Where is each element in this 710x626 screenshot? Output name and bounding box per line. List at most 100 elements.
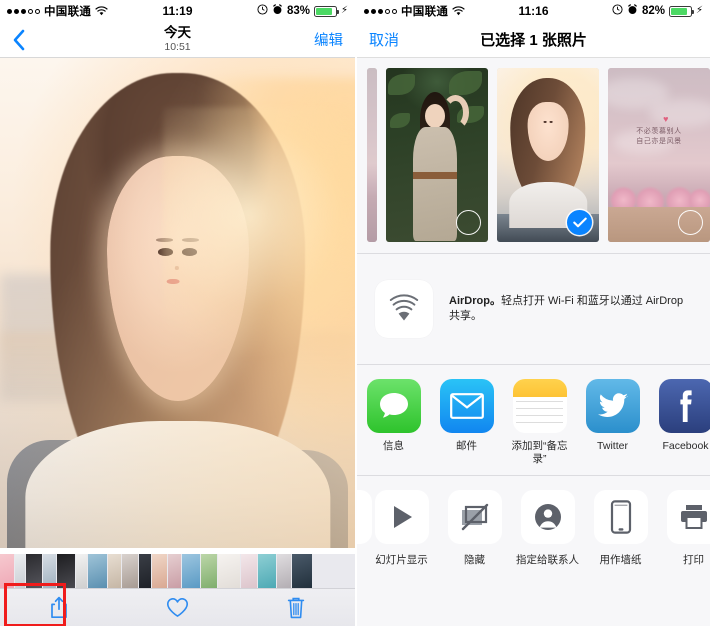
twitter-icon [585, 379, 640, 433]
airdrop-icon [375, 280, 433, 338]
left-bottom-toolbar [0, 583, 355, 626]
heart-overlay-icon: ♥ [663, 114, 669, 125]
main-photo-viewer[interactable] [0, 58, 355, 548]
action-label: 打印 [683, 554, 704, 566]
carrier-label: 中国联通 [401, 6, 449, 18]
action-label: 指定给联系人 [516, 554, 579, 566]
filmstrip-thumbnail[interactable] [241, 554, 257, 588]
mail-icon [439, 379, 494, 433]
right-status-bar: 中国联通 11:16 82% ⚡ [357, 0, 710, 22]
action-wallpaper[interactable]: 用作墙纸 [584, 490, 657, 567]
filmstrip-thumbnail[interactable] [122, 554, 138, 588]
filmstrip-thumbnail[interactable] [76, 554, 87, 588]
right-phone-screen: 中国联通 11:16 82% ⚡ 取消 已选择 1 张照片 ♥ 不必羡慕别人 自… [355, 0, 710, 626]
right-nav-bar: 取消 已选择 1 张照片 [357, 22, 710, 58]
action-copy[interactable]: 制 [357, 490, 372, 567]
filmstrip-thumbnail[interactable] [88, 554, 107, 588]
airdrop-row[interactable]: AirDrop。轻点打开 Wi-Fi 和蓝牙以通过 AirDrop 共享。 [357, 254, 710, 364]
app-facebook[interactable]: Facebook [649, 379, 710, 453]
signal-strength-icon [7, 8, 40, 14]
notes-icon [512, 379, 567, 433]
hide-slash-icon [447, 490, 502, 544]
share-sheet-title: 已选择 1 张照片 [480, 32, 587, 49]
favorite-button[interactable] [118, 589, 236, 626]
action-label: 隐藏 [464, 554, 485, 566]
share-button[interactable] [0, 589, 118, 626]
photo-select-circle-checked[interactable] [567, 209, 592, 235]
filmstrip-thumbnail[interactable] [108, 554, 121, 588]
filmstrip-thumbnail[interactable] [43, 554, 56, 588]
filmstrip-thumbnail[interactable] [201, 554, 217, 588]
filmstrip-thumbnail[interactable] [277, 554, 291, 588]
left-phone-screen: 中国联通 11:19 83% ⚡ 今天 10:51 编辑 [0, 0, 355, 626]
photo-thumb-2[interactable] [497, 67, 599, 242]
cancel-button[interactable]: 取消 [369, 29, 399, 50]
photo-select-circle[interactable] [456, 209, 481, 235]
status-left-group: 中国联通 [7, 3, 108, 19]
app-label: 邮件 [456, 440, 477, 452]
facebook-icon [658, 379, 710, 433]
action-label: 幻灯片显示 [375, 554, 428, 566]
app-label: 信息 [383, 440, 404, 452]
backlit-portrait-photo [0, 58, 355, 548]
action-assign-contact[interactable]: 指定给联系人 [511, 490, 584, 567]
status-left-group: 中国联通 [364, 3, 465, 19]
battery-icon [668, 5, 694, 17]
lightning-bolt-icon: ⚡ [695, 5, 703, 16]
photo-thumb-1[interactable] [386, 67, 488, 242]
action-print[interactable]: 打印 [657, 490, 710, 567]
filmstrip-thumbnail[interactable] [139, 554, 151, 588]
filmstrip-thumbnail[interactable] [292, 554, 312, 588]
action-label: 用作墙纸 [599, 554, 642, 566]
status-right-group: 82% ⚡ [612, 4, 703, 18]
filmstrip-thumbnail[interactable] [182, 554, 200, 588]
share-actions-row[interactable]: 制 幻灯片显示 隐藏 [357, 476, 710, 602]
photo-thumb-0[interactable] [367, 67, 377, 242]
back-button[interactable] [12, 28, 34, 52]
app-twitter[interactable]: Twitter [576, 379, 649, 453]
dual-phone-screenshot: 中国联通 11:19 83% ⚡ 今天 10:51 编辑 中国联通 11:16 … [0, 0, 710, 626]
contact-person-icon [520, 490, 575, 544]
filmstrip-thumbnail[interactable] [57, 554, 75, 588]
share-apps-row[interactable]: 信息 邮件 添加到“备忘录” Twitter Facebook [357, 365, 710, 475]
app-notes[interactable]: 添加到“备忘录” [503, 379, 576, 466]
rotation-lock-icon [257, 4, 268, 18]
edit-button[interactable]: 编辑 [314, 29, 343, 50]
photo-thumb-3[interactable]: ♥ 不必羡慕别人 自己亦是风景 [608, 67, 710, 242]
app-label: Facebook [662, 440, 709, 452]
battery-percent-label: 82% [641, 5, 665, 17]
phone-wallpaper-icon [593, 490, 648, 544]
trash-icon [287, 597, 305, 618]
photo-select-circle[interactable] [678, 209, 703, 235]
share-upload-icon [51, 596, 68, 619]
left-status-bar: 中国联通 11:19 83% ⚡ [0, 0, 355, 22]
app-label: 添加到“备忘录” [511, 440, 568, 466]
heart-icon [166, 598, 189, 617]
alarm-clock-icon [627, 4, 638, 18]
airdrop-description: AirDrop。轻点打开 Wi-Fi 和蓝牙以通过 AirDrop 共享。 [449, 294, 692, 325]
selected-photos-row[interactable]: ♥ 不必羡慕别人 自己亦是风景 [357, 58, 710, 253]
share-sheet: ♥ 不必羡慕别人 自己亦是风景 AirDrop。轻点打开 Wi-Fi 和蓝牙以通… [357, 58, 710, 626]
filmstrip-thumbnail[interactable] [26, 554, 42, 588]
messages-icon [366, 379, 421, 433]
filmstrip-thumbnail[interactable] [258, 554, 276, 588]
filmstrip-thumbnail[interactable] [0, 554, 14, 588]
app-messages[interactable]: 信息 [357, 379, 430, 453]
action-slideshow[interactable]: 幻灯片显示 [365, 490, 438, 567]
action-hide[interactable]: 隐藏 [438, 490, 511, 567]
app-mail[interactable]: 邮件 [430, 379, 503, 453]
battery-icon [313, 5, 339, 17]
filmstrip-thumbnail[interactable] [168, 554, 181, 588]
play-icon [374, 490, 429, 544]
signal-strength-icon [364, 8, 397, 14]
filmstrip-thumbnail[interactable] [15, 554, 25, 588]
carrier-label: 中国联通 [44, 6, 92, 18]
wifi-icon [95, 6, 108, 16]
photo-filmstrip[interactable] [0, 554, 355, 588]
nav-title-main: 今天 [164, 25, 191, 41]
delete-button[interactable] [237, 589, 355, 626]
filmstrip-thumbnail[interactable] [152, 554, 167, 588]
printer-icon [666, 490, 710, 544]
filmstrip-thumbnail[interactable] [218, 554, 240, 588]
alarm-clock-icon [272, 4, 283, 18]
